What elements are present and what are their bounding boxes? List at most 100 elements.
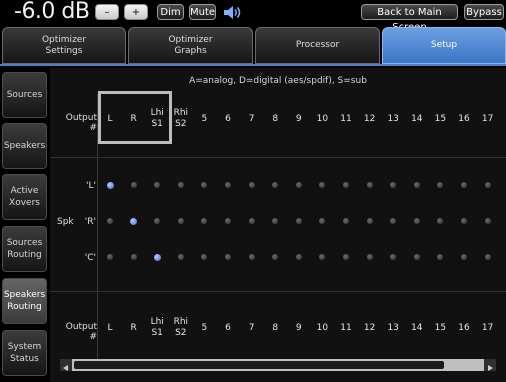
speaker-icon[interactable] (223, 5, 243, 20)
column-header-label: R (130, 114, 137, 124)
routing-dot[interactable] (201, 218, 208, 224)
column-header-label: 8 (272, 114, 279, 124)
routing-dot[interactable] (461, 254, 467, 260)
routing-dot[interactable] (366, 182, 373, 188)
routing-dot[interactable] (295, 254, 302, 260)
sidebar-item-label: Xovers (9, 198, 40, 208)
back-to-main-button[interactable]: Back to Main Screen (361, 4, 458, 33)
routing-dot[interactable] (437, 182, 444, 188)
routing-dot[interactable] (272, 254, 279, 260)
routing-dot[interactable] (248, 218, 255, 224)
routing-dot[interactable] (248, 254, 255, 260)
tab-label: Processor (295, 40, 340, 50)
routing-dot[interactable] (225, 254, 231, 260)
routing-dot[interactable] (107, 254, 113, 260)
sidebar-item-sources-routing[interactable]: Sources Routing (2, 226, 47, 272)
routing-dot[interactable] (177, 182, 184, 188)
routing-dot[interactable] (366, 218, 373, 224)
routing-dot[interactable] (225, 218, 231, 224)
sidebar-item-system-status[interactable]: System Status (2, 330, 47, 376)
routing-dot[interactable] (484, 182, 491, 188)
tab-processor[interactable]: Processor (255, 27, 380, 64)
routing-dot[interactable] (437, 218, 444, 224)
bypass-button[interactable]: Bypass (464, 4, 504, 20)
sidebar-item-label: System (7, 342, 42, 352)
volume-down-button[interactable]: – (95, 4, 119, 20)
routing-dot[interactable] (201, 254, 208, 260)
column-header-label: R (130, 323, 137, 333)
column-header-label: 14 (411, 114, 423, 124)
routing-dot[interactable] (413, 182, 420, 188)
routing-dot[interactable] (319, 182, 326, 188)
routing-dot[interactable] (461, 182, 467, 188)
routing-dot[interactable] (413, 218, 420, 224)
column-header: 15 (428, 114, 452, 125)
routing-dot[interactable] (272, 218, 279, 224)
sidebar-item-speakers-routing[interactable]: Speakers Routing (2, 278, 47, 324)
routing-dot[interactable] (343, 182, 349, 188)
routing-dot[interactable] (177, 254, 184, 260)
routing-dot[interactable] (295, 182, 302, 188)
column-header-sublabel: S2 (175, 119, 187, 129)
column-header: 14 (405, 323, 429, 334)
column-header-label: 8 (272, 323, 279, 333)
routing-dot[interactable] (390, 218, 397, 224)
routing-dot[interactable] (201, 182, 208, 188)
scroll-right-arrow-icon[interactable] (484, 359, 496, 371)
routing-dot[interactable] (154, 182, 161, 188)
column-header: L (98, 114, 122, 125)
routing-dot[interactable] (107, 218, 113, 224)
column-header-sublabel: S1 (151, 328, 163, 338)
scroll-thumb[interactable] (74, 361, 444, 369)
column-header: 13 (381, 114, 405, 125)
tab-optimizer-settings[interactable]: Optimizer Settings (2, 27, 126, 64)
sidebar-item-speakers[interactable]: Speakers (2, 123, 47, 169)
routing-dot[interactable] (319, 218, 326, 224)
output-label-top: Output # (65, 113, 97, 133)
routing-dot[interactable] (272, 182, 279, 188)
tab-optimizer-graphs[interactable]: Optimizer Graphs (128, 27, 253, 64)
routing-dot[interactable] (130, 182, 137, 188)
tab-setup[interactable]: Setup (382, 27, 506, 64)
column-header: 17 (476, 114, 500, 125)
routing-dot[interactable] (295, 218, 302, 224)
routing-dot[interactable] (130, 254, 137, 260)
sidebar-item-active-xovers[interactable]: Active Xovers (2, 174, 47, 220)
horizontal-scrollbar[interactable] (60, 359, 496, 371)
sidebar: Sources Speakers Active Xovers Sources Rou… (0, 66, 49, 382)
scroll-left-arrow-icon[interactable] (60, 359, 72, 371)
column-header-label: 11 (340, 323, 352, 333)
row-label-l: 'L' (86, 181, 96, 191)
routing-dot[interactable] (248, 182, 255, 188)
routing-dot[interactable] (343, 218, 349, 224)
routing-dot[interactable] (177, 218, 184, 224)
dim-button[interactable]: Dim (157, 4, 184, 20)
routing-dot[interactable] (461, 218, 467, 224)
routing-dot[interactable] (484, 218, 491, 224)
routing-dot-active[interactable] (153, 253, 161, 261)
routing-dot[interactable] (343, 254, 349, 260)
routing-dot-active[interactable] (106, 181, 114, 189)
column-header-label: 13 (387, 114, 399, 124)
sidebar-item-label: Routing (7, 302, 42, 312)
column-header: 10 (310, 114, 334, 125)
volume-up-button[interactable]: + (124, 4, 148, 20)
column-header-label: 10 (316, 114, 329, 124)
routing-dot[interactable] (413, 254, 420, 260)
routing-dot[interactable] (366, 254, 373, 260)
routing-dot[interactable] (484, 254, 491, 260)
sidebar-item-sources[interactable]: Sources (2, 72, 47, 118)
routing-dot[interactable] (225, 182, 231, 188)
routing-dot[interactable] (390, 254, 397, 260)
sidebar-item-label: Routing (7, 250, 42, 260)
column-header: 11 (334, 114, 358, 125)
routing-dot[interactable] (437, 254, 444, 260)
column-header: Lhi S1 (145, 108, 169, 130)
routing-dot[interactable] (154, 218, 161, 224)
output-label-bottom: Output # (65, 322, 97, 342)
mute-button[interactable]: Mute (189, 4, 216, 20)
speaker-label: Spk (57, 217, 74, 227)
routing-dot-active[interactable] (130, 217, 138, 225)
routing-dot[interactable] (390, 182, 397, 188)
routing-dot[interactable] (319, 254, 326, 260)
